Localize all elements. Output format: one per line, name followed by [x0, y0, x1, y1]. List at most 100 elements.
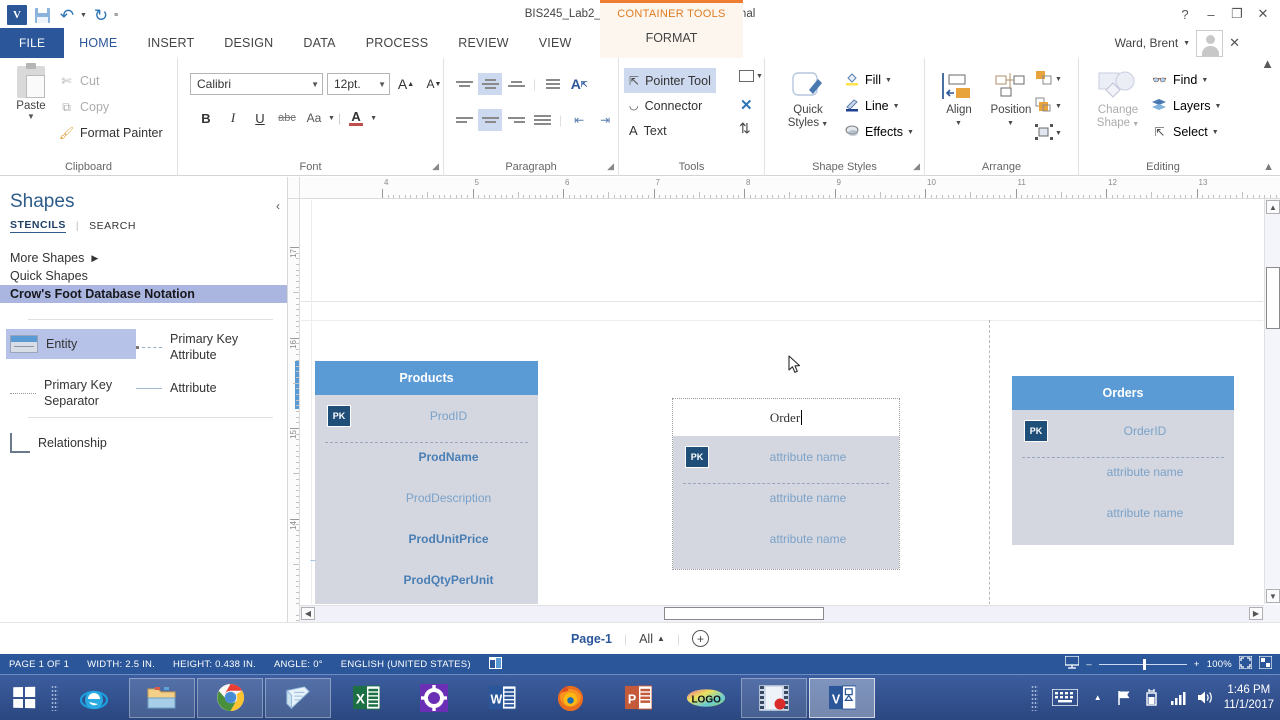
tab-insert[interactable]: INSERT [132, 28, 209, 58]
bold-button[interactable]: B [194, 106, 218, 130]
pointer-tool-button[interactable]: ⇱ Pointer Tool [624, 68, 716, 93]
shape-primary-key-attribute[interactable]: Primary Key Attribute [132, 325, 282, 369]
taskbar-item-notepad[interactable] [265, 678, 331, 718]
horizontal-scroll-thumb[interactable] [664, 607, 824, 620]
align-center-button[interactable] [478, 109, 502, 131]
table-row[interactable]: PK OrderID [1012, 410, 1234, 451]
tab-view[interactable]: VIEW [524, 28, 587, 58]
taskbar-clock[interactable]: 1:46 PM 11/1/2017 [1224, 683, 1274, 713]
volume-icon[interactable] [1197, 690, 1215, 705]
drawing-page[interactable]: Products PK ProdID ProdName ProdDescript… [301, 200, 1263, 604]
layers-caret-icon[interactable]: ▼ [1215, 103, 1222, 110]
quick-styles-button[interactable]: Quick Styles ▼ [780, 68, 836, 131]
tab-design[interactable]: DESIGN [209, 28, 288, 58]
entity-order-editing[interactable]: Order PK attribute name attribute name a… [672, 398, 900, 570]
align-button[interactable]: Align ▼ [931, 68, 987, 130]
nav-search[interactable]: SEARCH [89, 220, 136, 232]
select-button[interactable]: ⇱ Select ▼ [1151, 119, 1221, 145]
entity-order-title-editor[interactable]: Order [673, 399, 899, 436]
shape-primary-key-separator[interactable]: Primary Key Separator [6, 371, 136, 415]
stencil-more-shapes[interactable]: More Shapes ▶ [0, 249, 287, 267]
page-tab-all-caret-icon[interactable]: ▲ [657, 634, 665, 643]
text-direction-button[interactable]: A⇱ [567, 72, 591, 96]
position-caret-icon[interactable]: ▼ [982, 117, 1039, 130]
position-button[interactable]: Position ▼ [983, 68, 1039, 130]
fill-caret-icon[interactable]: ▼ [885, 77, 892, 84]
page-tab-page-1[interactable]: Page-1 [571, 632, 612, 646]
align-bottom-button[interactable] [504, 73, 528, 95]
table-row[interactable]: ProdUnitPrice [315, 518, 538, 559]
action-center-icon[interactable] [1116, 690, 1134, 706]
paste-button[interactable]: Paste ▼ [10, 66, 52, 121]
fit-page-icon[interactable] [1239, 656, 1252, 672]
connector-tool-button[interactable]: ◡ Connector [624, 93, 716, 118]
tab-home[interactable]: HOME [64, 28, 132, 58]
minimize-button[interactable]: – [1198, 4, 1224, 24]
tab-data[interactable]: DATA [288, 28, 350, 58]
align-left-button[interactable] [452, 109, 476, 131]
paragraph-dialog-launcher[interactable]: ◢ [607, 161, 614, 172]
table-row[interactable]: ProdName [315, 436, 538, 477]
change-case-caret-icon[interactable]: ▼ [328, 115, 335, 122]
table-row[interactable]: ProdDescription [315, 477, 538, 518]
avatar[interactable] [1196, 30, 1223, 57]
group-shapes-caret-icon[interactable]: ▼ [1055, 130, 1062, 137]
new-page-button[interactable]: + [692, 630, 709, 647]
bullets-button[interactable] [541, 73, 565, 95]
line-caret-icon[interactable]: ▼ [893, 103, 900, 110]
scroll-down-button[interactable]: ▼ [1266, 589, 1280, 603]
collapse-shapes-panel-icon[interactable]: ‹ [276, 199, 280, 213]
pointer-shape-icon[interactable] [739, 70, 754, 82]
shrink-font-button[interactable]: A▼ [422, 72, 446, 96]
stencil-crows-foot-database-notation[interactable]: Crow's Foot Database Notation [0, 285, 287, 303]
zoom-out-button[interactable]: – [1086, 659, 1092, 670]
page-tab-all[interactable]: All [639, 632, 653, 646]
font-color-button[interactable]: A [344, 106, 368, 130]
taskbar-grip[interactable] [48, 683, 60, 713]
horizontal-ruler[interactable]: 45678910111213 [300, 177, 1280, 199]
taskbar-item-microsoft-visio[interactable]: V [809, 678, 875, 718]
vertical-scroll-thumb[interactable] [1266, 267, 1280, 329]
close-button[interactable]: ✕ [1250, 4, 1276, 24]
collapse-ribbon-icon[interactable]: ▲ [1261, 56, 1274, 71]
align-middle-button[interactable] [478, 73, 502, 95]
format-painter-button[interactable]: 🖌 Format Painter [58, 120, 163, 146]
drawing-canvas-area[interactable]: 45678910111213 17161514 Products PK Prod… [288, 177, 1280, 622]
entity-products[interactable]: Products PK ProdID ProdName ProdDescript… [315, 361, 538, 604]
font-color-caret-icon[interactable]: ▼ [370, 115, 377, 122]
cut-button[interactable]: ✄ Cut [58, 68, 163, 94]
change-shape-button[interactable]: Change Shape ▼ [1087, 68, 1149, 131]
zoom-slider-handle[interactable] [1143, 659, 1146, 670]
bring-forward-caret-icon[interactable]: ▼ [1055, 76, 1062, 83]
find-caret-icon[interactable]: ▼ [1201, 77, 1208, 84]
presentation-mode-icon[interactable] [1065, 656, 1079, 672]
table-row[interactable]: attribute name [1012, 492, 1234, 533]
bring-forward-button[interactable]: ▼ [1035, 70, 1062, 89]
canvas-vertical-scrollbar[interactable]: ▲ ▼ [1264, 199, 1280, 604]
font-size-combo[interactable]: 12pt. ▼ [327, 73, 390, 95]
send-backward-button[interactable]: ▼ [1035, 97, 1062, 116]
line-button[interactable]: Line ▼ [843, 93, 914, 119]
nav-stencils[interactable]: STENCILS [10, 219, 66, 233]
start-button[interactable] [0, 675, 48, 720]
canvas-horizontal-scrollbar[interactable]: ◀ ▶ [300, 605, 1264, 622]
taskbar-item-settings[interactable] [401, 678, 467, 718]
shape-relationship[interactable]: Relationship [6, 427, 166, 459]
zoom-in-button[interactable]: + [1194, 659, 1200, 670]
container-guide-line[interactable] [989, 320, 990, 604]
shape-attribute[interactable]: Attribute [132, 375, 282, 401]
font-size-caret-icon[interactable]: ▼ [372, 80, 386, 89]
network-signal-icon[interactable] [1170, 691, 1188, 705]
delete-connector-icon[interactable]: ✕ [740, 96, 753, 114]
taskbar-item-microsoft-excel[interactable]: X [333, 678, 399, 718]
fit-window-icon[interactable] [1259, 656, 1272, 672]
pointer-shape-caret-icon[interactable]: ▼ [756, 73, 763, 80]
increase-indent-button[interactable]: ⇥ [593, 108, 617, 132]
scroll-up-button[interactable]: ▲ [1266, 200, 1280, 214]
more-shapes-arrow-icon[interactable]: ▶ [91, 253, 98, 264]
find-button[interactable]: 👓 Find ▼ [1151, 67, 1221, 93]
table-row[interactable]: PK ProdID [315, 395, 538, 436]
italic-button[interactable]: I [221, 106, 245, 130]
stencil-quick-shapes[interactable]: Quick Shapes [0, 267, 287, 285]
table-row[interactable]: attribute name [673, 477, 899, 518]
